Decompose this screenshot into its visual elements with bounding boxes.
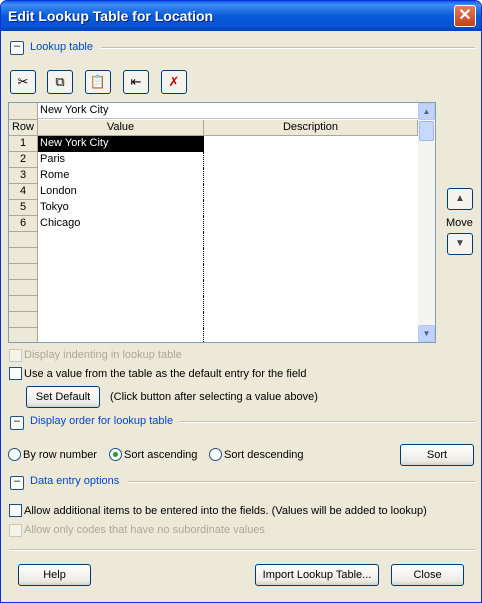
row-number-cell[interactable]: 1 [9, 136, 38, 152]
value-cell[interactable] [38, 312, 204, 328]
sort-button[interactable]: Sort [400, 444, 474, 466]
radio-by-row-number-label[interactable]: By row number [23, 449, 97, 461]
value-cell[interactable] [38, 296, 204, 312]
display-indenting-label: Display indenting in lookup table [24, 349, 182, 361]
value-cell[interactable]: Rome [38, 168, 204, 184]
move-label: Move [446, 217, 473, 229]
row-number-cell[interactable] [9, 328, 38, 342]
cut-icon: ✂ [17, 74, 29, 89]
insert-row-button[interactable]: ⇤ [123, 70, 149, 94]
value-cell[interactable] [38, 232, 204, 248]
radio-sort-descending-label[interactable]: Sort descending [224, 449, 304, 461]
paste-icon: 📋 [89, 74, 107, 89]
description-cell[interactable] [204, 216, 418, 232]
copy-button[interactable]: ⧉ [47, 70, 73, 94]
delete-row-button[interactable]: ✗ [161, 70, 187, 94]
row-number-cell[interactable] [9, 312, 38, 328]
collapse-display-order-button[interactable]: – [10, 416, 24, 430]
allow-additional-checkbox[interactable] [9, 504, 22, 517]
column-header-row[interactable]: Row [9, 120, 38, 136]
section-divider [179, 421, 475, 423]
column-header-value[interactable]: Value [38, 120, 204, 136]
collapse-lookup-table-button[interactable]: – [10, 41, 24, 55]
row-number-cell[interactable]: 5 [9, 200, 38, 216]
radio-sort-ascending-label[interactable]: Sort ascending [124, 449, 197, 461]
use-default-checkbox[interactable] [9, 367, 22, 380]
description-cell[interactable] [204, 296, 418, 312]
row-number-cell[interactable]: 3 [9, 168, 38, 184]
move-down-button[interactable]: ▼ [447, 233, 473, 255]
row-number-cell[interactable] [9, 248, 38, 264]
radio-sort-ascending[interactable] [109, 448, 122, 461]
allow-only-codes-checkbox [9, 524, 22, 537]
dialog-window: Edit Lookup Table for Location ✕ – Looku… [0, 0, 482, 603]
value-cell[interactable] [38, 328, 204, 342]
cell-edit-field[interactable]: New York City [38, 103, 418, 119]
title-bar[interactable]: Edit Lookup Table for Location ✕ [1, 1, 481, 31]
section-data-entry-label: Data entry options [30, 475, 120, 487]
description-cell[interactable] [204, 168, 418, 184]
description-cell[interactable] [204, 136, 418, 152]
value-cell[interactable]: Tokyo [38, 200, 204, 216]
description-cell[interactable] [204, 248, 418, 264]
row-number-cell[interactable] [9, 232, 38, 248]
help-button[interactable]: Help [18, 564, 91, 586]
radio-sort-descending[interactable] [209, 448, 222, 461]
delete-row-icon: ✗ [168, 74, 180, 89]
value-cell[interactable] [38, 248, 204, 264]
scroll-up-icon[interactable]: ▲ [418, 103, 435, 120]
description-cell[interactable] [204, 312, 418, 328]
description-cell[interactable] [204, 152, 418, 168]
row-number-cell[interactable]: 2 [9, 152, 38, 168]
window-title: Edit Lookup Table for Location [8, 8, 214, 24]
row-number-cell[interactable]: 4 [9, 184, 38, 200]
description-cell[interactable] [204, 184, 418, 200]
value-cell[interactable] [38, 264, 204, 280]
scroll-thumb[interactable] [419, 121, 434, 141]
arrow-down-icon: ▼ [455, 238, 465, 249]
collapse-data-entry-button[interactable]: – [10, 476, 24, 490]
allow-additional-label[interactable]: Allow additional items to be entered int… [24, 505, 427, 517]
lookup-grid[interactable]: New York City Row Value Description 1 New… [8, 102, 436, 343]
section-divider [101, 47, 475, 49]
description-cell[interactable] [204, 264, 418, 280]
grid-scrollbar[interactable]: ▲ ▼ [418, 103, 435, 342]
section-lookup-table-label: Lookup table [30, 41, 93, 53]
cut-button[interactable]: ✂ [10, 70, 36, 94]
set-default-hint: (Click button after selecting a value ab… [110, 391, 318, 403]
paste-button[interactable]: 📋 [85, 70, 111, 94]
footer-divider [9, 549, 475, 551]
display-indenting-checkbox [9, 349, 22, 362]
grid-corner [9, 103, 38, 120]
set-default-button[interactable]: Set Default [26, 386, 100, 408]
value-cell[interactable]: New York City [38, 136, 204, 152]
description-cell[interactable] [204, 280, 418, 296]
scroll-down-icon[interactable]: ▼ [418, 325, 435, 342]
section-divider [127, 481, 475, 483]
move-up-button[interactable]: ▲ [447, 188, 473, 210]
row-number-cell[interactable] [9, 264, 38, 280]
section-display-order-label: Display order for lookup table [30, 415, 174, 427]
value-cell[interactable] [38, 280, 204, 296]
close-window-button[interactable]: ✕ [454, 5, 476, 27]
insert-row-icon: ⇤ [130, 74, 142, 89]
radio-by-row-number[interactable] [8, 448, 21, 461]
row-number-cell[interactable]: 6 [9, 216, 38, 232]
copy-icon: ⧉ [55, 74, 65, 89]
value-cell[interactable]: Chicago [38, 216, 204, 232]
description-cell[interactable] [204, 200, 418, 216]
column-header-description[interactable]: Description [204, 120, 418, 136]
description-cell[interactable] [204, 232, 418, 248]
row-number-cell[interactable] [9, 296, 38, 312]
close-button[interactable]: Close [391, 564, 464, 586]
value-cell[interactable]: London [38, 184, 204, 200]
value-cell[interactable]: Paris [38, 152, 204, 168]
arrow-up-icon: ▲ [455, 193, 465, 204]
use-default-label[interactable]: Use a value from the table as the defaul… [24, 368, 307, 380]
row-number-cell[interactable] [9, 280, 38, 296]
allow-only-codes-label: Allow only codes that have no subordinat… [24, 524, 265, 536]
description-cell[interactable] [204, 328, 418, 342]
import-lookup-table-button[interactable]: Import Lookup Table... [255, 564, 379, 586]
